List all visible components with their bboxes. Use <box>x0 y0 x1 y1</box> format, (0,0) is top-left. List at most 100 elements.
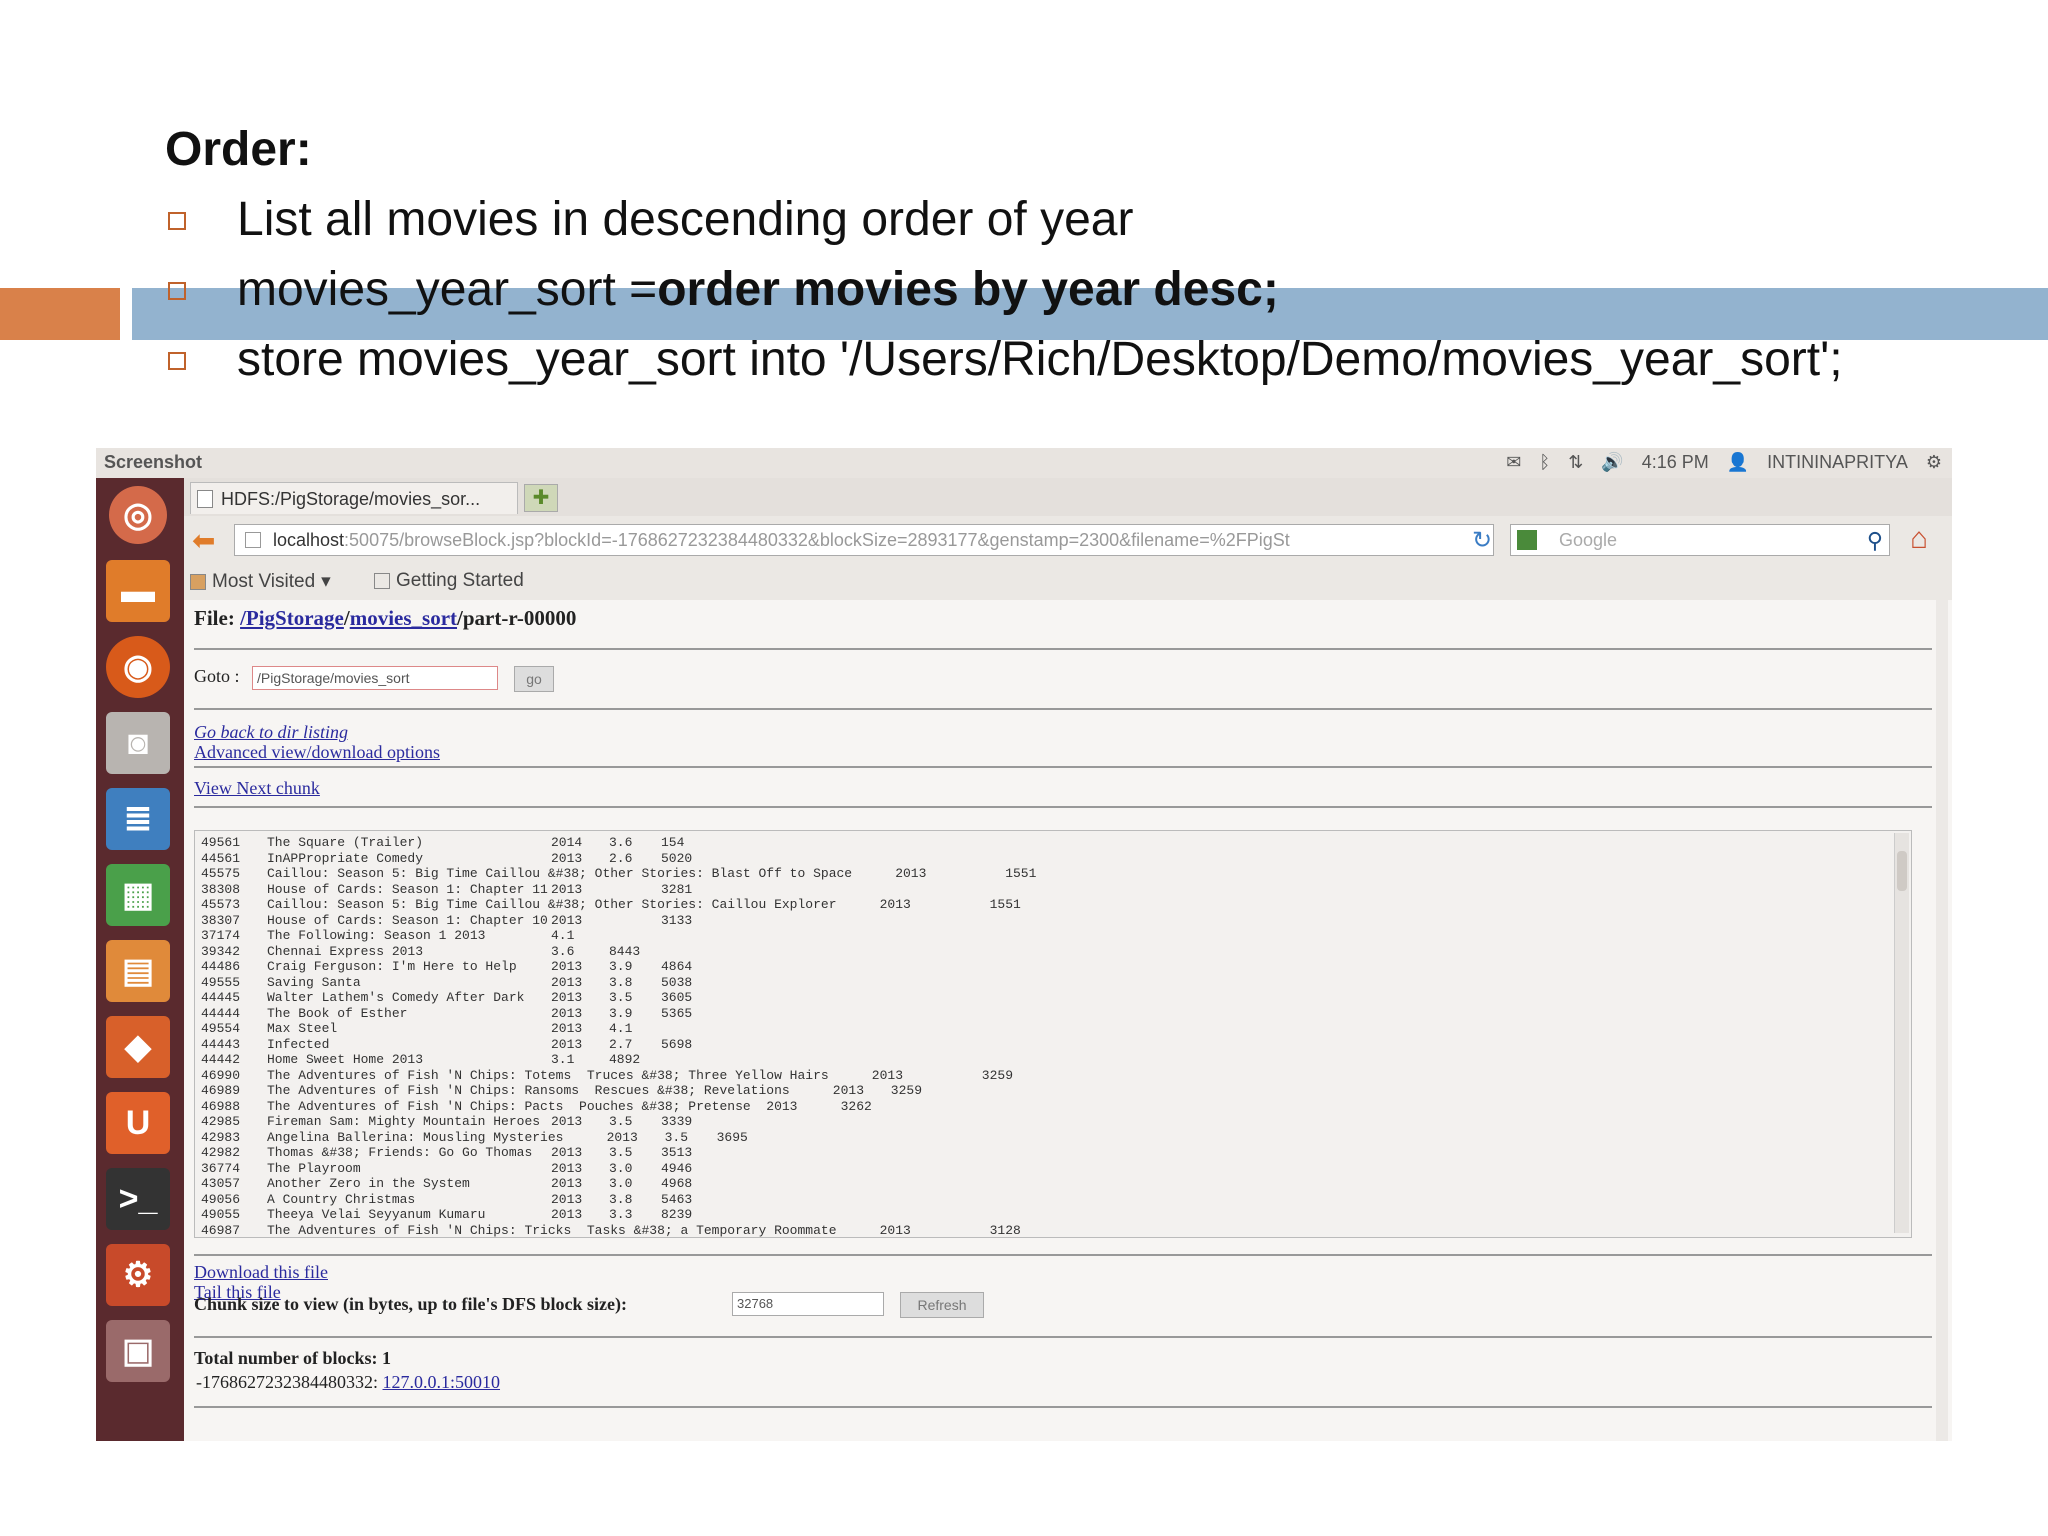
table-cell: 3.5 <box>609 1145 633 1160</box>
table-cell: 38307 <box>201 912 241 928</box>
table-cell: Chennai Express 2013 <box>267 943 424 959</box>
table-cell: 2013 <box>551 990 583 1005</box>
textarea-scrollbar[interactable] <box>1894 833 1909 1233</box>
table-cell: A Country Christmas <box>267 1191 416 1207</box>
launcher: ◎ ▬ ◉ ◙ ≣ ▦ ▤ ◆ U >_ ⚙ ▣ <box>96 478 184 1441</box>
calc-icon[interactable]: ▦ <box>106 864 170 926</box>
software-center-icon[interactable]: ◆ <box>106 1016 170 1078</box>
table-cell: InAPPropriate Comedy <box>267 850 424 866</box>
go-button[interactable]: go <box>514 666 554 692</box>
go-back-link[interactable]: Go back to dir listing <box>194 722 348 743</box>
file-heading: File: /PigStorage/movies_sort/part-r-000… <box>194 606 576 631</box>
table-cell: The Playroom <box>267 1160 361 1176</box>
terminal-icon[interactable]: >_ <box>106 1168 170 1230</box>
goto-input[interactable]: /PigStorage/movies_sort <box>252 666 498 690</box>
table-cell: 46988 <box>201 1098 241 1114</box>
table-cell: 3.1 <box>551 1052 575 1067</box>
table-cell: 2013 <box>871 1067 904 1083</box>
table-cell: 42983 <box>201 1129 241 1145</box>
total-blocks: Total number of blocks: 1 <box>194 1348 392 1368</box>
volume-icon[interactable]: 🔊 <box>1601 452 1623 473</box>
view-next-chunk-link[interactable]: View Next chunk <box>194 778 320 799</box>
bookmark-label: Getting Started <box>396 570 524 591</box>
search-placeholder: Google <box>1559 530 1618 550</box>
download-file-link[interactable]: Download this file <box>194 1262 328 1283</box>
url-bar[interactable]: localhost:50075/browseBlock.jsp?blockId=… <box>234 524 1494 556</box>
table-cell: Caillou: Season 5: Big Time Caillou &#38… <box>267 866 853 881</box>
camera-icon[interactable]: ◙ <box>106 712 170 774</box>
table-cell: 8443 <box>609 943 641 959</box>
table-cell: 3.8 <box>609 1191 633 1207</box>
google-icon[interactable] <box>1517 530 1537 550</box>
folder-icon <box>190 573 206 590</box>
clock[interactable]: 4:16 PM <box>1642 452 1709 473</box>
gear-icon[interactable]: ⚙ <box>1926 452 1942 473</box>
table-cell: The Book of Esther <box>267 1005 408 1021</box>
table-cell: 4946 <box>661 1160 693 1176</box>
table-cell: 3.0 <box>609 1160 633 1176</box>
table-cell: 2013 <box>551 974 583 990</box>
home-icon[interactable]: ⌂ <box>1910 522 1928 556</box>
bookmark-getting-started[interactable]: Getting Started <box>374 570 524 592</box>
tab-hdfs[interactable]: HDFS:/PigStorage/movies_sor... <box>190 482 518 514</box>
table-cell: 3.6 <box>609 835 633 850</box>
table-cell: 4.1 <box>551 928 575 943</box>
desktop-screenshot: Screenshot ✉ ᛒ ⇅ 🔊 4:16 PM 👤 INTININAPRI… <box>96 448 1952 1441</box>
table-cell: 3339 <box>661 1114 693 1129</box>
bullet-1: List all movies in descending order of y… <box>165 185 2025 255</box>
divider <box>194 1406 1932 1408</box>
bluetooth-icon[interactable]: ᛒ <box>1539 452 1550 473</box>
table-cell: Caillou: Season 5: Big Time Caillou &#38… <box>267 897 837 912</box>
page-scrollbar[interactable] <box>1936 600 1948 1441</box>
search-icon[interactable]: ⚲ <box>1867 526 1883 556</box>
chunk-size-input[interactable]: 32768 <box>732 1292 884 1316</box>
file-label: File: <box>194 606 235 630</box>
page-icon <box>374 573 390 589</box>
system-settings-icon[interactable]: ⚙ <box>106 1244 170 1306</box>
refresh-button[interactable]: Refresh <box>900 1292 984 1318</box>
table-cell: 1551 <box>989 897 1021 912</box>
table-cell: 4968 <box>661 1176 693 1191</box>
tab-title: HDFS:/PigStorage/movies_sor... <box>221 489 481 509</box>
table-cell: 3.9 <box>609 1005 633 1021</box>
files-folder-icon[interactable]: ▬ <box>106 560 170 622</box>
advanced-options-link[interactable]: Advanced view/download options <box>194 742 440 763</box>
user-name[interactable]: INTININAPRITYA <box>1767 452 1908 473</box>
path-link-movies-sort[interactable]: movies_sort <box>350 606 457 630</box>
path-link-pigstorage[interactable]: /PigStorage <box>240 606 344 630</box>
table-cell: The Following: Season 1 2013 <box>267 928 486 943</box>
table-cell: 2013 <box>832 1083 865 1098</box>
table-cell: Craig Ferguson: I'm Here to Help <box>267 959 517 974</box>
reload-icon[interactable]: ↻ <box>1472 526 1492 555</box>
table-cell: 2013 <box>606 1129 638 1145</box>
workspace-switcher-icon[interactable]: ▣ <box>106 1320 170 1382</box>
scrollbar-thumb[interactable] <box>1897 851 1907 891</box>
table-cell: 2013 <box>551 1176 583 1191</box>
bullet-square-icon <box>168 352 186 370</box>
table-cell: 44442 <box>201 1052 241 1067</box>
bookmark-most-visited[interactable]: Most Visited ▾ <box>190 570 331 593</box>
impress-icon[interactable]: ▤ <box>106 940 170 1002</box>
file-content-textarea[interactable]: 49561 The Square (Trailer) 2014 3.6 154 44561… <box>194 830 1912 1238</box>
new-tab-button[interactable]: ✚ <box>524 484 558 512</box>
writer-icon[interactable]: ≣ <box>106 788 170 850</box>
mail-icon[interactable]: ✉ <box>1506 452 1521 473</box>
table-cell: 2.6 <box>609 850 633 866</box>
block-datanode-link[interactable]: 127.0.0.1:50010 <box>383 1372 501 1392</box>
firefox-icon[interactable]: ◉ <box>106 636 170 698</box>
back-arrow-icon[interactable]: ⬅ <box>192 524 215 557</box>
ubuntu-one-icon[interactable]: U <box>106 1092 170 1154</box>
divider <box>194 708 1932 710</box>
table-cell: 46987 <box>201 1222 241 1238</box>
chunk-size-label: Chunk size to view (in bytes, up to file… <box>194 1294 628 1314</box>
search-input[interactable]: Google ⚲ <box>1510 524 1890 556</box>
network-icon[interactable]: ⇅ <box>1568 452 1583 473</box>
table-cell: 46990 <box>201 1067 241 1083</box>
table-cell: Saving Santa <box>267 974 361 990</box>
table-cell: 49555 <box>201 974 241 990</box>
dash-home-icon[interactable]: ◎ <box>109 486 167 544</box>
table-cell: 5365 <box>661 1005 693 1021</box>
bullet-2-prefix: movies_year_sort = <box>237 263 658 316</box>
url-rest: :50075/browseBlock.jsp?blockId=-17686272… <box>344 530 1290 550</box>
table-cell: 1551 <box>1005 866 1037 881</box>
